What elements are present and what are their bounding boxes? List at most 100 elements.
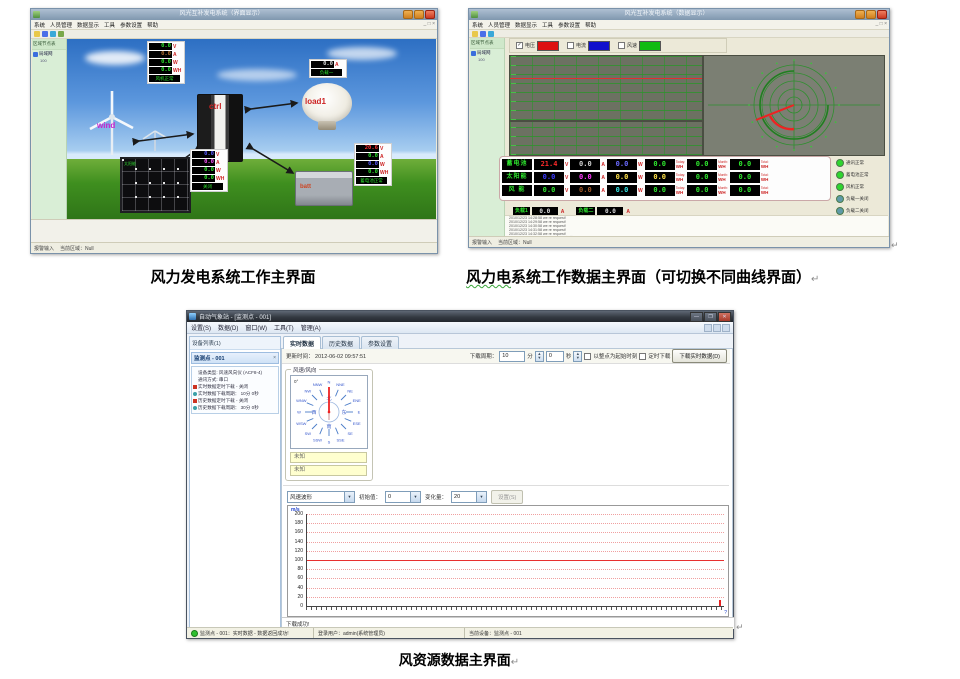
legend-item: 风速: [618, 41, 661, 51]
svg-text:NW: NW: [304, 388, 311, 393]
titlebar[interactable]: 风光互补发电系统（界面显示）: [31, 9, 437, 20]
menu-item[interactable]: 数据(D): [218, 323, 238, 332]
y-tick-label: 180: [289, 520, 303, 526]
monitor-icon[interactable]: [42, 31, 48, 37]
device-list-header: 设备列表(1): [190, 337, 280, 350]
led-panel-battery: 20.6V0.0A0.0W0.0WH蓄电池正常: [354, 143, 392, 186]
data-icon[interactable]: [488, 31, 494, 37]
open-icon[interactable]: [34, 31, 40, 37]
close-button[interactable]: ✕: [718, 312, 731, 322]
info-bullet: [193, 385, 197, 389]
paragraph-mark: ↵: [511, 657, 519, 668]
wind-direction-field: 未知: [290, 465, 367, 476]
svg-text:E: E: [358, 410, 361, 415]
tab-realtime[interactable]: 实时数据: [283, 336, 321, 350]
settings-icon[interactable]: [58, 31, 64, 37]
measurement-label: 风 能: [502, 185, 532, 196]
waveform-select[interactable]: 风速波形 ▼: [287, 491, 355, 503]
legend-item: ✓电压: [516, 41, 559, 51]
polar-graphic: [704, 56, 884, 155]
battery-label: batt: [300, 184, 311, 190]
menu-item[interactable]: 数据显示: [515, 21, 537, 29]
light-icon: [836, 159, 844, 167]
minimize-button[interactable]: —: [690, 312, 703, 322]
open-icon[interactable]: [472, 31, 478, 37]
measurement-row: 太阳能0.0V0.0A0.0W0.0Today:WH0.0Month:WH0.0…: [502, 172, 828, 183]
menu-item[interactable]: 窗口(W): [245, 323, 267, 332]
data-icon[interactable]: [50, 31, 56, 37]
measurement-value: 0.0: [645, 185, 675, 196]
monitor-icon[interactable]: [480, 31, 486, 37]
seconds-spinner[interactable]: ▲▼: [573, 351, 582, 362]
solar-tag: 太阳能: [124, 161, 136, 167]
minimize-button[interactable]: [855, 10, 865, 19]
ctrl-label: ctrl: [209, 102, 221, 111]
menu-item[interactable]: 系统: [472, 21, 483, 29]
tree-node-lan[interactable]: 局域网: [32, 50, 66, 58]
legend-label: 风速: [627, 42, 637, 49]
info-text: 实时数据下载周期： 10分 0秒: [198, 390, 259, 397]
menu-item[interactable]: 设置(S): [191, 323, 211, 332]
menu-item[interactable]: 帮助: [585, 21, 596, 29]
y-tick-label: 0: [289, 603, 303, 609]
svg-text:0°: 0°: [294, 379, 299, 384]
minimize-button[interactable]: [403, 10, 413, 19]
maximize-button[interactable]: [414, 10, 424, 19]
mdi-buttons[interactable]: [704, 324, 730, 332]
titlebar[interactable]: 风光互补发电系统（数据显示）: [469, 9, 889, 20]
led-row: 20.6V: [356, 145, 390, 152]
menu-item[interactable]: 工具: [542, 21, 553, 29]
measurement-value: 0.0: [607, 159, 637, 170]
info-bullet: [193, 399, 197, 403]
set-button[interactable]: 设置(S): [491, 490, 523, 504]
tab-history[interactable]: 历史数据: [322, 336, 360, 350]
menu-item[interactable]: 参数设置: [120, 21, 142, 29]
tab-params[interactable]: 参数设置: [361, 336, 399, 350]
tree-header: 区域节点表: [32, 39, 66, 50]
compass-graphic: NNNENEENEEESESESSESSSWSWWSWWWNWNWNNW北南西东…: [291, 376, 367, 448]
menu-item[interactable]: 帮助: [147, 21, 158, 29]
svg-text:东: 东: [341, 409, 346, 416]
minutes-input[interactable]: 10: [499, 351, 525, 362]
download-realtime-button[interactable]: 下载实时数据(D): [672, 349, 727, 363]
tree-node-child[interactable]: 100: [470, 57, 504, 62]
unit-label: A: [561, 209, 565, 215]
menu-item[interactable]: 工具(T): [274, 323, 294, 332]
menu-item[interactable]: 系统: [34, 21, 45, 29]
led-row: 0.0WH: [192, 175, 226, 182]
timed-download-checkbox[interactable]: [639, 353, 646, 360]
item-close-icon[interactable]: ×: [273, 355, 276, 361]
wh-unit-label: Today:WH: [676, 161, 685, 167]
legend-checkbox[interactable]: [567, 42, 574, 49]
close-button[interactable]: [425, 10, 435, 19]
hour-align-checkbox[interactable]: [584, 353, 591, 360]
toolbar: [469, 30, 889, 38]
seconds-input[interactable]: 0: [546, 351, 564, 362]
menu-item[interactable]: 数据显示: [77, 21, 99, 29]
legend-checkbox[interactable]: ✓: [516, 42, 523, 49]
mdi-buttons[interactable]: _ □ ×: [876, 21, 888, 27]
tree-node-child[interactable]: 100: [32, 58, 66, 63]
delta-value-select[interactable]: 20 ▼: [451, 491, 487, 503]
close-button[interactable]: [877, 10, 887, 19]
mdi-buttons[interactable]: _ □ ×: [424, 21, 436, 27]
device-item[interactable]: 监测点 - 001 ×: [191, 352, 279, 364]
init-value-select[interactable]: 0 ▼: [385, 491, 421, 503]
tree-node-lan[interactable]: 局域网: [470, 49, 504, 57]
window-title: 风光互补发电系统（界面显示）: [40, 9, 403, 20]
menu-item[interactable]: 工具: [104, 21, 115, 29]
menu-item[interactable]: 管理(A): [301, 323, 321, 332]
led-value: 0.0: [149, 59, 172, 66]
gridline: [307, 542, 724, 543]
info-bullet: [193, 406, 197, 410]
legend-checkbox[interactable]: [618, 42, 625, 49]
maximize-button[interactable]: [866, 10, 876, 19]
restore-button[interactable]: ❐: [704, 312, 717, 322]
measurement-row: 风 能0.0V0.0A0.0W0.0Today:WH0.0Month:WH0.0…: [502, 185, 828, 196]
menu-item[interactable]: 人员管理: [50, 21, 72, 29]
titlebar[interactable]: 自动气象站 - [监测点 - 001] — ❐ ✕: [187, 311, 733, 322]
wh-unit-label: Today:WH: [676, 187, 685, 193]
menu-item[interactable]: 参数设置: [558, 21, 580, 29]
menu-item[interactable]: 人员管理: [488, 21, 510, 29]
minutes-spinner[interactable]: ▲▼: [535, 351, 544, 362]
